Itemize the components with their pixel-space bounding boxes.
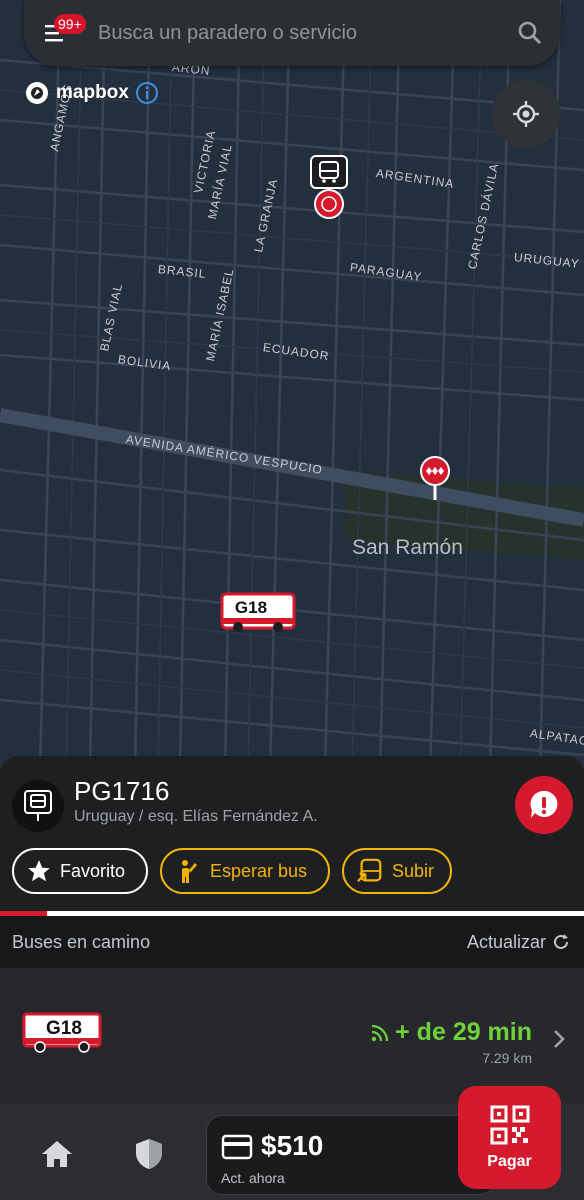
eta: + de 29 min bbox=[371, 1018, 532, 1047]
refresh-button[interactable]: Actualizar bbox=[467, 932, 570, 953]
nav-home[interactable] bbox=[40, 1139, 74, 1174]
pay-label: Pagar bbox=[487, 1152, 532, 1170]
mapbox-logo-icon bbox=[26, 82, 48, 104]
pay-button[interactable]: Pagar bbox=[458, 1086, 561, 1189]
stop-actions: Favorito Esperar bus Subir bbox=[12, 848, 452, 894]
stop-code: PG1716 bbox=[74, 776, 170, 806]
map-view[interactable]: ARGENTINA VICTORIA MARÍA VIAL LA GRANJA … bbox=[0, 0, 584, 770]
search-bar[interactable]: 99+ Busca un paradero o servicio bbox=[24, 0, 560, 66]
wait-bus-label: Esperar bus bbox=[210, 860, 308, 881]
crosshair-icon bbox=[513, 101, 539, 127]
svg-text:G18: G18 bbox=[235, 598, 267, 617]
alert-icon bbox=[530, 790, 558, 818]
chevron-right-icon bbox=[554, 1030, 565, 1048]
live-signal-icon bbox=[371, 1024, 389, 1041]
buses-section-header: Buses en camino Actualizar bbox=[0, 916, 584, 968]
section-title: Buses en camino bbox=[12, 931, 151, 952]
nav-security[interactable] bbox=[134, 1137, 164, 1176]
eta-text: + de 29 min bbox=[395, 1018, 532, 1046]
board-button[interactable]: Subir bbox=[342, 848, 452, 894]
report-button[interactable] bbox=[515, 776, 573, 834]
bus-stop-icon bbox=[24, 790, 52, 821]
route-badge: G18 bbox=[22, 1012, 102, 1059]
app-root: ARGENTINA VICTORIA MARÍA VIAL LA GRANJA … bbox=[0, 0, 584, 1200]
balance-updated: Act. ahora bbox=[221, 1170, 285, 1186]
home-icon bbox=[42, 1141, 72, 1167]
mapbox-wordmark: mapbox bbox=[56, 82, 129, 103]
search-icon bbox=[518, 21, 541, 44]
locate-me-button[interactable] bbox=[492, 80, 560, 148]
bus-stop-marker[interactable] bbox=[309, 154, 349, 229]
distance-text: 7.29 km bbox=[482, 1050, 532, 1066]
favorite-button[interactable]: Favorito bbox=[12, 848, 148, 894]
wallet-balance-card[interactable]: $510 Act. ahora bbox=[206, 1115, 496, 1195]
refresh-icon bbox=[554, 934, 568, 949]
bus-row[interactable]: G18 + de 29 min 7.29 km bbox=[0, 968, 584, 1103]
wait-bus-button[interactable]: Esperar bus bbox=[160, 848, 330, 894]
hail-icon bbox=[182, 860, 197, 883]
refresh-label: Actualizar bbox=[466, 931, 546, 952]
board-label: Subir bbox=[391, 860, 434, 881]
stop-address: Uruguay / esq. Elías Fernández A. bbox=[74, 808, 318, 825]
bus-icon: G18 bbox=[22, 1012, 102, 1053]
card-icon bbox=[221, 1134, 253, 1160]
menu-button[interactable]: 99+ bbox=[24, 0, 88, 66]
stop-icon-badge bbox=[12, 780, 64, 832]
shield-icon bbox=[136, 1139, 162, 1169]
board-bus-icon bbox=[357, 858, 382, 883]
star-icon bbox=[28, 860, 50, 882]
area-label: San Ramón bbox=[352, 536, 463, 559]
search-button[interactable] bbox=[500, 0, 560, 66]
live-bus-marker[interactable]: G18 bbox=[220, 592, 296, 639]
metro-station-marker[interactable] bbox=[418, 456, 452, 507]
qr-code-icon bbox=[490, 1105, 529, 1144]
mapbox-attribution[interactable]: mapbox bbox=[24, 80, 159, 106]
info-icon[interactable] bbox=[135, 81, 159, 105]
search-input[interactable]: Busca un paradero o servicio bbox=[88, 22, 500, 45]
favorite-label: Favorito bbox=[60, 860, 126, 881]
svg-text:G18: G18 bbox=[46, 1018, 82, 1039]
notification-badge: 99+ bbox=[54, 14, 86, 34]
balance-amount: $510 bbox=[261, 1130, 324, 1161]
